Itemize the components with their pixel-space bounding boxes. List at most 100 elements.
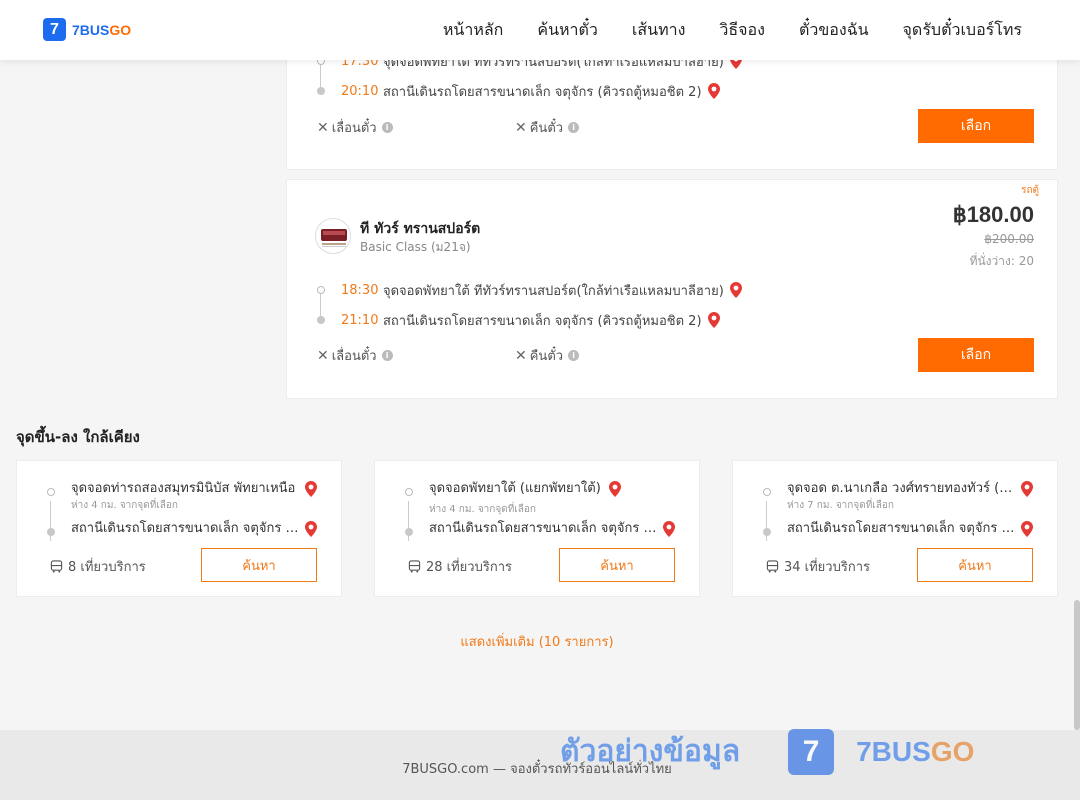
depart-dot-icon	[763, 488, 771, 496]
nearby-route: จุดจอดพัทยาใต้ (แยกพัทยาใต้) ห่าง 4 กม. …	[405, 479, 675, 543]
nearby-from: จุดจอดท่ารถสองสมุทรมินิบัส พัทยาเหนือ ห่…	[47, 479, 317, 519]
route-depart: 18:30 จุดจอดพัทยาใต้ ทีทัวร์ทรานสปอร์ต(ใ…	[317, 275, 742, 305]
arrive-place: สถานีเดินรถโดยสารขนาดเล็ก จตุจักร (คิวรถ…	[383, 313, 702, 329]
nearby-to-text: สถานีเดินรถโดยสารขนาดเล็ก จตุจักร (คิวรถ…	[787, 519, 1015, 539]
map-pin-icon[interactable]	[305, 481, 317, 497]
info-icon[interactable]: i	[568, 122, 580, 133]
logo-text-bus: 7BUS	[72, 21, 110, 38]
trip-count-label: 34 เที่ยวบริการ	[784, 560, 870, 575]
nearby-route: จุดจอด ต.นาเกลือ วงศ์ทรายทองทัวร์ (พัทยา…	[763, 479, 1033, 543]
map-pin-icon[interactable]	[305, 521, 317, 537]
reschedule-label: เลื่อนตั๋ว	[331, 349, 377, 364]
depart-dot-icon	[47, 488, 55, 496]
logo-text: 7BUSGO	[72, 22, 131, 38]
nearby-from-text: จุดจอดท่ารถสองสมุทรมินิบัส พัทยาเหนือ ห่…	[71, 479, 299, 513]
logo-mark-icon: 7	[43, 18, 66, 41]
depart-place: จุดจอดพัทยาใต้ ทีทัวร์ทรานสปอร์ต(ใกล้ท่า…	[383, 283, 724, 299]
nearby-to-text: สถานีเดินรถโดยสารขนาดเล็ก จตุจักร (คิวรถ…	[71, 519, 299, 539]
nav-routes[interactable]: เส้นทาง	[632, 18, 686, 43]
select-trip-button[interactable]: เลือก	[918, 109, 1034, 143]
nearby-card: จุดจอดพัทยาใต้ (แยกพัทยาใต้) ห่าง 4 กม. …	[374, 460, 700, 597]
search-route-button[interactable]: ค้นหา	[917, 548, 1033, 582]
reschedule-option: ✕ เลื่อนตั๋ว i	[317, 345, 393, 366]
seats-available: ที่นั่งว่าง: 20	[969, 254, 1034, 268]
nearby-to-place: สถานีเดินรถโดยสารขนาดเล็ก จตุจักร (คิวรถ…	[71, 521, 299, 536]
logo-text-go: GO	[109, 21, 132, 38]
trip-count: 28 เที่ยวบริการ	[408, 556, 512, 577]
nav-pickup-contact[interactable]: จุดรับตั๋วเบอร์โทร	[903, 18, 1022, 43]
watermark-brand-bus: 7BUS	[856, 735, 931, 767]
nearby-distance: ห่าง 4 กม. จากจุดที่เลือก	[429, 504, 536, 515]
top-header: 7 7BUSGO หน้าหลัก ค้นหาตั๋ว เส้นทาง วิธี…	[0, 0, 1080, 60]
map-pin-icon[interactable]	[663, 521, 675, 537]
arrive-dot-icon	[317, 316, 325, 324]
bus-icon	[766, 560, 779, 573]
sample-watermark: ตัวอย่างข้อมูล 7 7BUSGO	[560, 728, 974, 775]
nearby-from-place: จุดจอดพัทยาใต้ (แยกพัทยาใต้)	[429, 481, 601, 496]
company-name: ที ทัวร์ ทรานสปอร์ต	[360, 221, 481, 237]
map-pin-icon[interactable]	[609, 481, 621, 497]
map-pin-icon[interactable]	[1021, 521, 1033, 537]
map-pin-icon[interactable]	[729, 282, 742, 298]
trip-count: 34 เที่ยวบริการ	[766, 556, 870, 577]
company-logo	[315, 218, 351, 254]
page-scrollbar[interactable]	[1074, 600, 1080, 730]
nearby-from: จุดจอด ต.นาเกลือ วงศ์ทรายทองทัวร์ (พัทยา…	[763, 479, 1033, 519]
info-icon[interactable]: i	[381, 350, 393, 361]
cross-icon: ✕	[317, 119, 329, 136]
nearby-to: สถานีเดินรถโดยสารขนาดเล็ก จตุจักร (คิวรถ…	[405, 519, 675, 543]
nav-home[interactable]: หน้าหลัก	[443, 18, 504, 43]
nav-how-to-book[interactable]: วิธีจอง	[719, 18, 765, 43]
nearby-section-title: จุดขึ้น-ลง ใกล้เคียง	[16, 428, 140, 446]
nearby-from: จุดจอดพัทยาใต้ (แยกพัทยาใต้) ห่าง 4 กม. …	[405, 479, 657, 519]
nearby-distance: ห่าง 7 กม. จากจุดที่เลือก	[787, 500, 894, 511]
map-pin-icon[interactable]	[707, 83, 720, 99]
nearby-to: สถานีเดินรถโดยสารขนาดเล็ก จตุจักร (คิวรถ…	[47, 519, 317, 543]
depart-dot-icon	[405, 488, 413, 496]
nearby-to-place: สถานีเดินรถโดยสารขนาดเล็ก จตุจักร (คิวรถ…	[429, 521, 657, 536]
search-route-button[interactable]: ค้นหา	[201, 548, 317, 582]
reschedule-option: ✕ เลื่อนตั๋ว i	[317, 117, 393, 138]
refund-option: ✕ คืนตั๋ว i	[515, 117, 580, 138]
arrive-dot-icon	[317, 87, 325, 95]
bus-icon	[408, 560, 421, 573]
bus-icon	[50, 560, 63, 573]
nav-search-tickets[interactable]: ค้นหาตั๋ว	[537, 18, 598, 43]
nav-my-tickets[interactable]: ตั๋วของฉัน	[799, 18, 869, 43]
watermark-brand-go: GO	[930, 735, 975, 767]
map-pin-icon[interactable]	[1021, 481, 1033, 497]
select-trip-button[interactable]: เลือก	[918, 338, 1034, 372]
site-logo[interactable]: 7 7BUSGO	[43, 18, 131, 41]
watermark-brand: 7BUSGO	[856, 736, 974, 768]
nearby-route: จุดจอดท่ารถสองสมุทรมินิบัส พัทยาเหนือ ห่…	[47, 479, 317, 543]
depart-time: 18:30	[341, 282, 379, 298]
route-arrive: 21:10 สถานีเดินรถโดยสารขนาดเล็ก จตุจักร …	[317, 305, 742, 335]
reschedule-label: เลื่อนตั๋ว	[331, 121, 377, 136]
show-more-link[interactable]: แสดงเพิ่มเติม (10 รายการ)	[0, 631, 1074, 652]
trip-count: 8 เที่ยวบริการ	[50, 556, 146, 577]
nearby-to-text: สถานีเดินรถโดยสารขนาดเล็ก จตุจักร (คิวรถ…	[429, 519, 657, 539]
nearby-to-place: สถานีเดินรถโดยสารขนาดเล็ก จตุจักร (คิวรถ…	[787, 521, 1015, 536]
nearby-from-place: จุดจอดท่ารถสองสมุทรมินิบัส พัทยาเหนือ	[71, 481, 296, 496]
info-icon[interactable]: i	[568, 350, 580, 361]
arrive-dot-icon	[47, 528, 55, 536]
search-route-button[interactable]: ค้นหา	[559, 548, 675, 582]
trip-card: รถตู้ ที ทัวร์ ทรานสปอร์ต Basic Class (ม…	[286, 179, 1058, 399]
nearby-from-text: จุดจอดพัทยาใต้ (แยกพัทยาใต้) ห่าง 4 กม. …	[429, 479, 657, 517]
trip-count-label: 28 เที่ยวบริการ	[426, 560, 512, 575]
refund-option: ✕ คืนตั๋ว i	[515, 345, 580, 366]
nearby-from-place: จุดจอด ต.นาเกลือ วงศ์ทรายทองทัวร์ (พัทยา…	[787, 481, 1015, 496]
arrive-dot-icon	[405, 528, 413, 536]
info-icon[interactable]: i	[381, 122, 393, 133]
cross-icon: ✕	[515, 347, 527, 364]
arrive-place: สถานีเดินรถโดยสารขนาดเล็ก จตุจักร (คิวรถ…	[383, 84, 702, 100]
map-pin-icon[interactable]	[707, 312, 720, 328]
nearby-distance: ห่าง 4 กม. จากจุดที่เลือก	[71, 500, 178, 511]
nearby-from-text: จุดจอด ต.นาเกลือ วงศ์ทรายทองทัวร์ (พัทยา…	[787, 479, 1015, 513]
nearby-card: จุดจอด ต.นาเกลือ วงศ์ทรายทองทัวร์ (พัทยา…	[732, 460, 1058, 597]
nearby-to: สถานีเดินรถโดยสารขนาดเล็ก จตุจักร (คิวรถ…	[763, 519, 1033, 543]
watermark-label: ตัวอย่างข้อมูล	[560, 734, 741, 769]
vehicle-type-badge: รถตู้	[1021, 185, 1039, 196]
trip-count-label: 8 เที่ยวบริการ	[68, 560, 146, 575]
arrive-time: 20:10	[341, 83, 379, 99]
